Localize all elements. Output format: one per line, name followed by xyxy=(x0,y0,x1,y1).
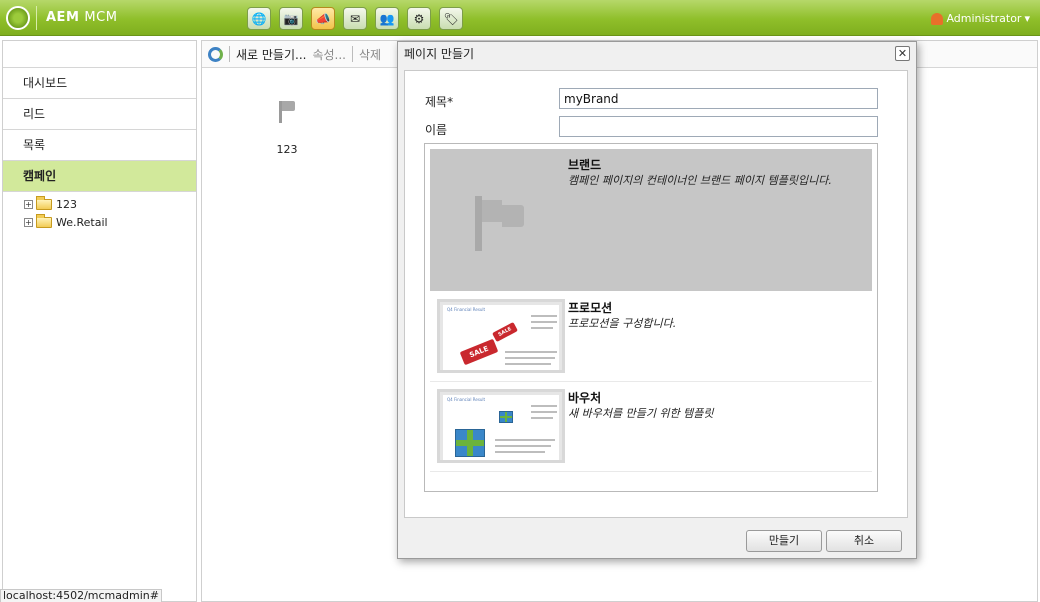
divider xyxy=(36,6,37,30)
folder-icon xyxy=(36,195,52,210)
sidebar-item-lists[interactable]: 목록 xyxy=(3,130,196,161)
properties-button[interactable]: 속성... xyxy=(312,46,346,63)
gear-icon[interactable]: ⚙ xyxy=(407,7,431,30)
user-name: Administrator xyxy=(946,12,1022,25)
globe-icon[interactable]: 🌐 xyxy=(247,7,271,30)
dialog-title: 페이지 만들기 xyxy=(404,47,475,61)
grid-item[interactable]: 123 xyxy=(262,99,312,156)
thumbnail-heading: Q4 Financial Result xyxy=(447,397,486,402)
sidebar-item-campaigns[interactable]: 캠페인 xyxy=(3,161,196,192)
title-input[interactable] xyxy=(559,88,878,109)
template-item-voucher[interactable]: Q4 Financial Result 바우처 새 바우처를 만들기 위한 템플… xyxy=(430,384,872,472)
sidebar-item-leads[interactable]: 리드 xyxy=(3,99,196,130)
users-icon[interactable]: 👥 xyxy=(375,7,399,30)
name-input[interactable] xyxy=(559,116,878,137)
sale-tag: SALE xyxy=(492,321,518,343)
dialog-body: 제목* 이름 브랜드 캠페인 페이지의 컨테이너인 브랜드 페이지 템플릿입니다… xyxy=(404,70,908,518)
grid-item-label: 123 xyxy=(276,143,298,156)
template-title: 프로모션 xyxy=(568,301,613,315)
template-description: 프로모션을 구성합니다. xyxy=(568,317,677,330)
aem-logo-icon[interactable] xyxy=(6,6,30,30)
console-switcher: 🌐 📷 📣 ✉ 👥 ⚙ 🏷 xyxy=(247,7,463,30)
create-button[interactable]: 만들기 xyxy=(746,530,822,552)
mail-icon[interactable]: ✉ xyxy=(343,7,367,30)
user-menu[interactable]: Administrator ▾ xyxy=(931,12,1030,25)
divider xyxy=(229,46,230,62)
refresh-icon[interactable] xyxy=(208,46,223,62)
create-page-dialog: 페이지 만들기 ✕ 제목* 이름 브랜드 캠페인 페이지의 컨테이너인 브랜드 … xyxy=(397,41,917,559)
cancel-button[interactable]: 취소 xyxy=(826,530,902,552)
user-icon xyxy=(931,12,944,25)
template-description: 새 바우처를 만들기 위한 템플릿 xyxy=(568,407,714,420)
folder-icon xyxy=(36,213,52,228)
name-label: 이름 xyxy=(425,123,448,137)
template-thumbnail: Q4 Financial Result SALE SALE xyxy=(437,299,565,373)
divider xyxy=(352,46,353,62)
campaign-tree: + 123 + We.Retail xyxy=(3,192,196,231)
close-icon[interactable]: ✕ xyxy=(895,46,910,61)
template-thumbnail: Q4 Financial Result xyxy=(437,389,565,463)
tree-node-label[interactable]: 123 xyxy=(56,198,77,211)
status-bar-url: localhost:4502/mcmadmin# xyxy=(0,589,162,602)
camera-icon[interactable]: 📷 xyxy=(279,7,303,30)
delete-button[interactable]: 삭제 xyxy=(359,46,381,63)
tree-node-label[interactable]: We.Retail xyxy=(56,216,108,229)
expand-icon[interactable]: + xyxy=(24,199,33,209)
title-label: 제목* xyxy=(425,95,454,109)
app-title-light: MCM xyxy=(84,10,118,25)
new-button[interactable]: 새로 만들기... xyxy=(236,46,306,63)
app-title: AEM MCM xyxy=(46,10,117,25)
thumbnail-heading: Q4 Financial Result xyxy=(447,307,486,312)
sidebar-item-dashboard[interactable]: 대시보드 xyxy=(3,68,196,99)
template-list: 브랜드 캠페인 페이지의 컨테이너인 브랜드 페이지 템플릿입니다. Q4 Fi… xyxy=(424,143,878,492)
gift-icon xyxy=(455,429,485,457)
tag-icon[interactable]: 🏷 xyxy=(439,7,463,30)
gift-icon xyxy=(499,411,513,423)
template-item-promotion[interactable]: Q4 Financial Result SALE SALE 프로모션 프로모션을… xyxy=(430,294,872,382)
megaphone-icon[interactable]: 📣 xyxy=(311,7,335,30)
sidebar: 대시보드 리드 목록 캠페인 + 123 + We.Retail xyxy=(2,40,197,602)
expand-icon[interactable]: + xyxy=(24,217,33,227)
top-bar: AEM MCM 🌐 📷 📣 ✉ 👥 ⚙ 🏷 Administrator ▾ xyxy=(0,0,1040,36)
template-title: 브랜드 xyxy=(568,158,602,172)
template-item-brand[interactable]: 브랜드 캠페인 페이지의 컨테이너인 브랜드 페이지 템플릿입니다. xyxy=(430,149,872,291)
flag-icon xyxy=(475,196,530,251)
sidebar-header xyxy=(3,41,196,68)
template-title: 바우처 xyxy=(568,391,602,405)
tree-node[interactable]: + We.Retail xyxy=(3,213,196,231)
tree-node[interactable]: + 123 xyxy=(3,195,196,213)
flag-icon xyxy=(276,99,298,123)
template-description: 캠페인 페이지의 컨테이너인 브랜드 페이지 템플릿입니다. xyxy=(568,174,832,187)
chevron-down-icon: ▾ xyxy=(1024,12,1030,25)
sale-tag: SALE xyxy=(459,338,499,366)
app-title-bold: AEM xyxy=(46,10,80,25)
